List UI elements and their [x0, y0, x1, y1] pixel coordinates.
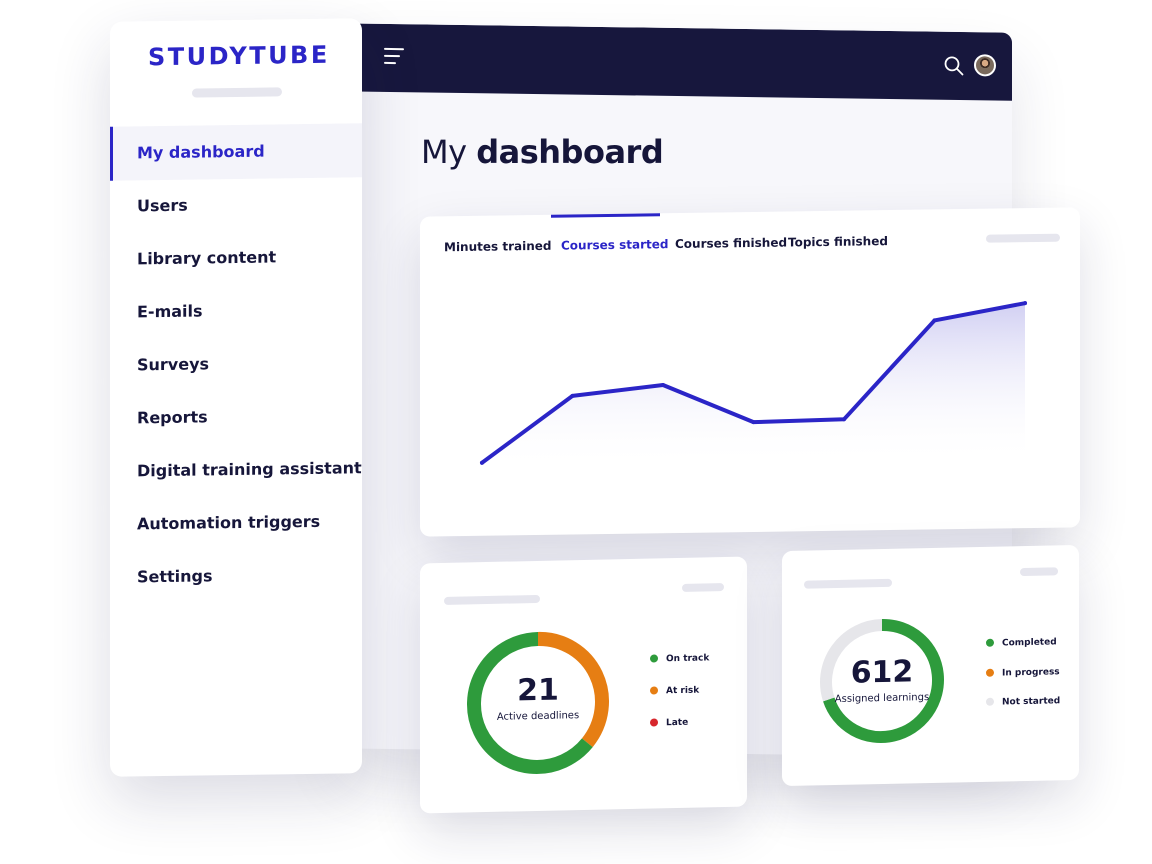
chart-area-fill — [482, 303, 1025, 471]
legend-dot-orange — [650, 686, 658, 695]
legend-dot-red — [650, 718, 658, 727]
card-action-placeholder — [682, 583, 724, 592]
top-navbar — [340, 23, 1012, 101]
hamburger-menu-icon[interactable] — [384, 47, 404, 65]
legend-at-risk: At risk — [650, 686, 699, 697]
sidebar: STUDYTUBE My dashboard Users Library con… — [110, 18, 362, 777]
legend-dot-green — [650, 654, 658, 663]
legend-label: Late — [666, 717, 689, 729]
legend-dot-green — [986, 638, 994, 647]
legend-late: Late — [650, 718, 688, 729]
user-avatar[interactable] — [974, 54, 996, 77]
legend-dot-orange — [986, 668, 994, 677]
card-action-placeholder — [1020, 567, 1058, 577]
sidebar-item-e-mails[interactable]: E-mails — [110, 282, 362, 340]
legend-label: In progress — [1002, 667, 1060, 679]
deadlines-count: 21 — [517, 672, 559, 709]
sidebar-item-surveys[interactable]: Surveys — [110, 335, 362, 393]
sidebar-item-library-content[interactable]: Library content — [110, 229, 362, 287]
legend-on-track: On track — [650, 653, 709, 664]
sidebar-item-my-dashboard[interactable]: My dashboard — [110, 123, 362, 181]
search-icon[interactable] — [944, 56, 964, 76]
page-title-bold: dashboard — [476, 133, 664, 171]
legend-in-progress: In progress — [986, 667, 1060, 679]
legend-not-started: Not started — [986, 696, 1060, 708]
active-deadlines-card: 21 Active deadlines On track At risk Lat… — [420, 556, 747, 814]
sidebar-item-reports[interactable]: Reports — [110, 388, 362, 446]
legend-label: Not started — [1002, 696, 1061, 708]
deadlines-center: 21 Active deadlines — [458, 671, 618, 723]
legend-dot-grey — [986, 697, 994, 706]
legend-label: At risk — [666, 685, 700, 697]
page-title-light: My — [421, 133, 467, 171]
dashboard-scene: My dashboard STUDYTUBE My dashboard User… — [0, 0, 1152, 864]
card-title-placeholder — [804, 578, 892, 589]
sidebar-item-settings[interactable]: Settings — [110, 547, 362, 605]
legend-label: Completed — [1002, 637, 1057, 649]
page-title: My dashboard — [421, 133, 664, 171]
card-title-placeholder — [444, 594, 540, 605]
learnings-center: 612 Assigned learnings — [812, 654, 952, 706]
courses-started-line-chart — [480, 301, 1027, 471]
assigned-learnings-card: 612 Assigned learnings Completed In prog… — [782, 544, 1079, 787]
logo-placeholder-bar — [192, 87, 282, 98]
sidebar-item-users[interactable]: Users — [110, 176, 362, 234]
studytube-logo[interactable]: STUDYTUBE — [148, 41, 330, 72]
courses-chart-card: Minutes trained Courses started Courses … — [420, 207, 1080, 537]
sidebar-item-digital-training-assistant[interactable]: Digital training assistant — [110, 441, 362, 499]
legend-label: On track — [666, 653, 710, 665]
learnings-count: 612 — [850, 654, 914, 691]
legend-completed: Completed — [986, 637, 1057, 649]
sidebar-item-automation-triggers[interactable]: Automation triggers — [110, 494, 362, 552]
